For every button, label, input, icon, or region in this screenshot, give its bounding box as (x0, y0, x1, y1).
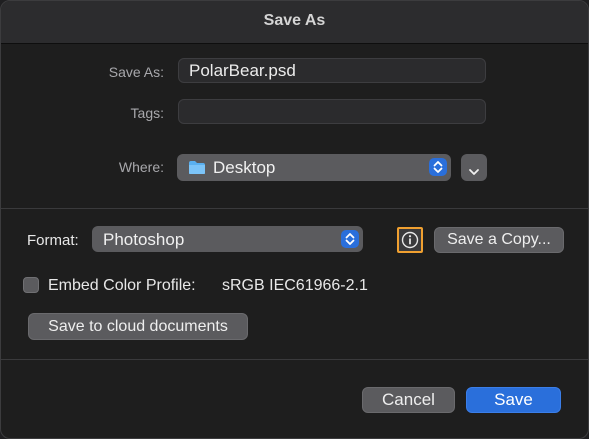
updown-icon (341, 230, 359, 248)
embed-profile-label: Embed Color Profile: (48, 277, 196, 294)
separator (1, 208, 588, 209)
title-bar: Save As (1, 1, 588, 44)
where-popup[interactable]: Desktop (177, 154, 451, 181)
updown-icon (429, 158, 447, 176)
cancel-button[interactable]: Cancel (362, 387, 455, 413)
format-label: Format: (27, 232, 79, 249)
info-button[interactable] (397, 227, 423, 253)
embed-profile-checkbox[interactable] (23, 277, 39, 293)
save-a-copy-button[interactable]: Save a Copy... (434, 227, 564, 253)
chevron-down-icon (467, 162, 481, 182)
where-label: Where: (118, 159, 164, 175)
tags-label: Tags: (130, 105, 164, 121)
save-to-cloud-button[interactable]: Save to cloud documents (28, 313, 248, 340)
folder-icon (188, 160, 206, 180)
format-value: Photoshop (103, 230, 185, 249)
save-as-label: Save As: (108, 64, 164, 80)
filename-field[interactable] (178, 58, 486, 83)
dialog-title: Save As (263, 12, 326, 29)
expand-button[interactable] (461, 154, 487, 181)
format-popup[interactable]: Photoshop (92, 226, 363, 252)
save-button[interactable]: Save (466, 387, 561, 413)
color-profile-value: sRGB IEC61966-2.1 (222, 277, 368, 294)
tags-field[interactable] (178, 99, 486, 124)
separator (1, 359, 588, 360)
save-as-dialog: Save As Save As: Tags: Where: Desktop (0, 0, 589, 439)
info-icon (401, 231, 419, 254)
where-value: Desktop (213, 158, 276, 177)
